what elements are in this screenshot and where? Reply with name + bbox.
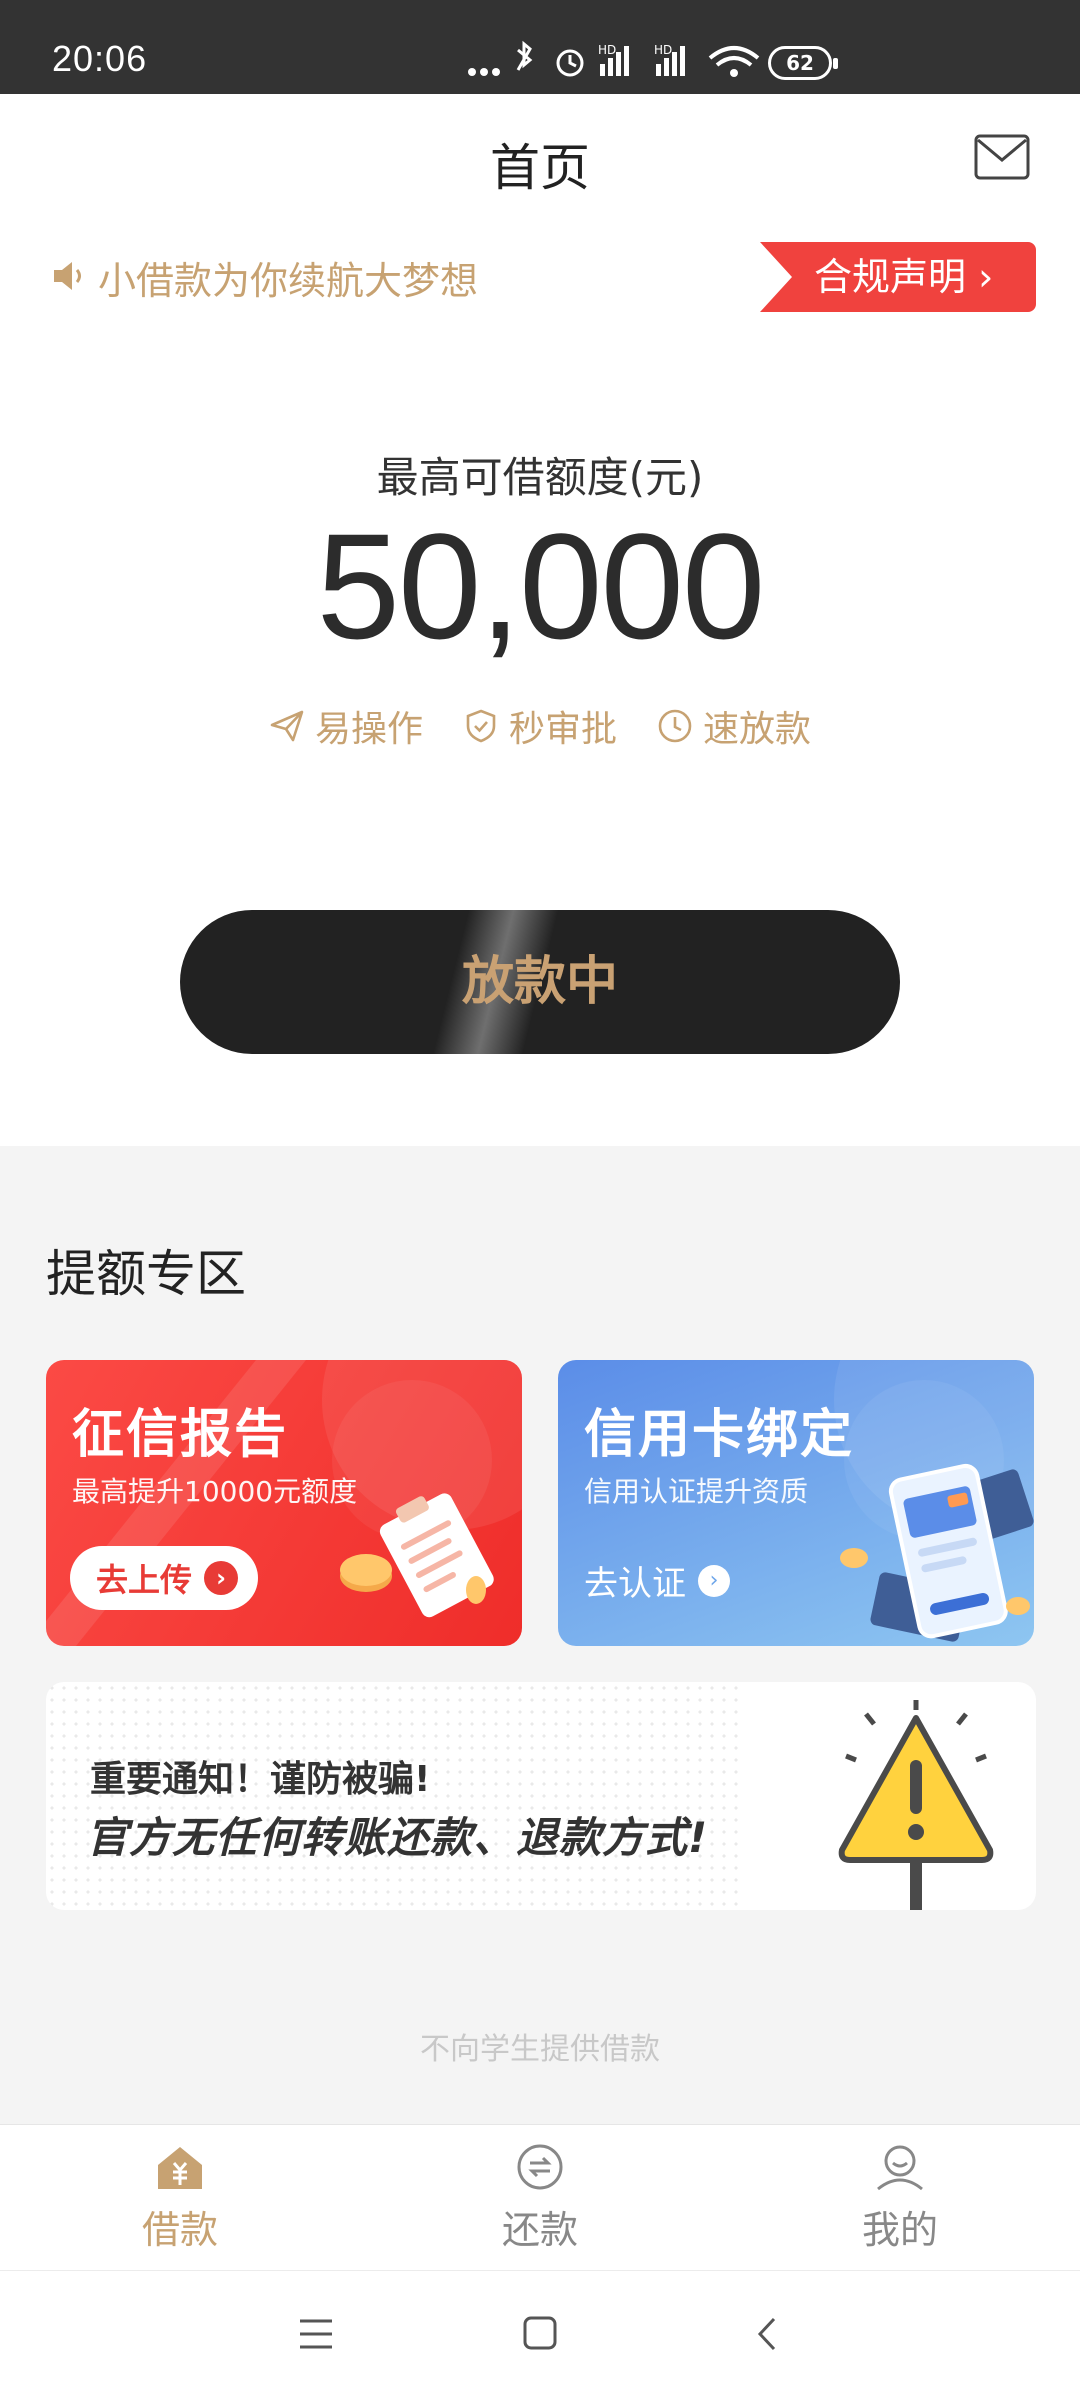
tab-label: 借款	[141, 2208, 218, 2252]
tab-label: 我的	[861, 2208, 938, 2252]
fraud-notice-banner[interactable]: 重要通知！谨防被骗! 官方无任何转账还款、退款方式!	[46, 1682, 1036, 1910]
clock-icon	[658, 709, 692, 743]
chevron-right-icon: ›	[698, 1564, 730, 1597]
feature-fast: 速放款	[657, 700, 811, 752]
status-bar: 20:06 HD HD 62	[0, 0, 1080, 94]
tab-borrow[interactable]: 借款	[0, 2125, 360, 2271]
announcement-slogan: 小借款为你续航大梦想	[98, 259, 479, 303]
loan-button-label: 放款中	[461, 952, 618, 1012]
credit-report-card[interactable]: 征信报告 最高提升10000元额度 去上传 ›	[46, 1360, 522, 1646]
phone-card-icon	[840, 1463, 1034, 1642]
card-subtitle: 最高提升10000元额度	[72, 1475, 358, 1508]
feature-easy: 易操作	[269, 700, 423, 752]
user-icon	[877, 2145, 923, 2191]
notice-heading: 重要通知！谨防被骗!	[90, 1759, 431, 1800]
upload-button-label: 去上传	[96, 1561, 193, 1599]
repay-icon	[517, 2144, 563, 2190]
card-subtitle: 信用认证提升资质	[584, 1475, 809, 1508]
verify-button-label: 去认证	[584, 1564, 686, 1604]
mail-icon[interactable]	[974, 134, 1030, 180]
feature-label: 秒审批	[508, 709, 617, 750]
feature-label: 易操作	[314, 709, 423, 750]
status-time: 20:06	[52, 38, 148, 79]
warning-icon	[838, 1700, 994, 1910]
clipboard-icon	[340, 1493, 494, 1618]
speaker-icon	[54, 262, 81, 290]
tab-repay[interactable]: 还款	[360, 2125, 720, 2271]
feature-approval: 秒审批	[463, 700, 617, 752]
limit-amount: 50,000	[316, 502, 766, 670]
tab-label: 还款	[501, 2208, 578, 2252]
bluetooth-icon	[516, 40, 533, 71]
notice-message: 官方无任何转账还款、退款方式!	[86, 1813, 709, 1862]
back-icon[interactable]	[752, 2315, 782, 2353]
loan-status-button[interactable]: 放款中	[180, 910, 900, 1054]
card-title: 征信报告	[72, 1405, 289, 1465]
upload-button[interactable]: 去上传 ›	[70, 1546, 259, 1610]
svg-text:HD: HD	[598, 43, 616, 57]
feature-list: 易操作 秒审批 速放款	[0, 700, 1080, 752]
verify-button[interactable]: 去认证 ›	[584, 1556, 730, 1605]
tab-mine[interactable]: 我的	[720, 2125, 1080, 2271]
svg-text:HD: HD	[654, 43, 672, 57]
home-icon[interactable]	[522, 2315, 558, 2351]
paper-plane-icon	[270, 710, 304, 742]
footnote: 不向学生提供借款	[420, 2032, 660, 2067]
shield-check-icon	[466, 709, 496, 743]
bottom-tab-bar: 借款 还款 我的	[0, 2124, 1080, 2271]
credit-card-binding-card[interactable]: 信用卡绑定 信用认证提升资质 去认证 ›	[558, 1360, 1034, 1646]
card-title: 信用卡绑定	[584, 1405, 855, 1465]
menu-icon[interactable]	[298, 2317, 334, 2351]
feature-label: 速放款	[703, 709, 812, 750]
home-yuan-icon	[158, 2147, 202, 2189]
compliance-button[interactable]: 合规声明 ›	[760, 242, 1036, 312]
limit-label: 最高可借额度(元)	[376, 453, 704, 502]
chevron-right-icon: ›	[204, 1561, 239, 1595]
system-nav-bar	[0, 2270, 1080, 2401]
section-title: 提额专区	[46, 1245, 246, 1303]
page-title: 首页	[490, 139, 590, 197]
battery-indicator: 62	[768, 46, 838, 80]
